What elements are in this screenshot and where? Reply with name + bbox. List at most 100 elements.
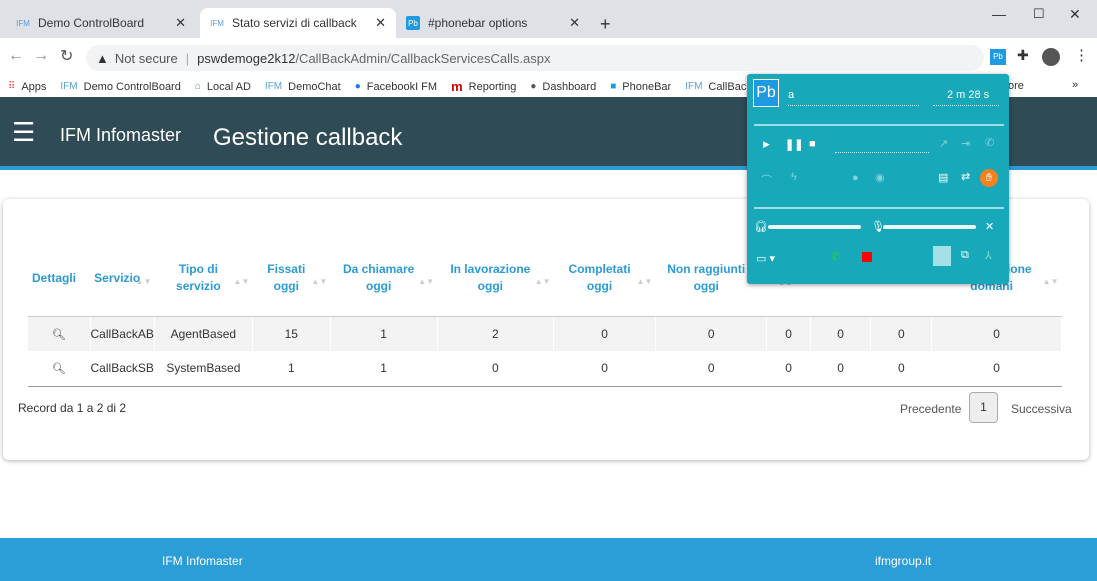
close-window-icon[interactable]: ✕ <box>1069 6 1081 23</box>
table-cell: 0 <box>870 316 933 351</box>
zoom-details-icon[interactable]: 🔍︎ <box>52 329 66 341</box>
clipboard-icon[interactable]: ▤ <box>938 171 948 184</box>
new-tab-icon[interactable]: + <box>600 14 611 35</box>
pb-favicon: Pb <box>406 16 420 30</box>
sort-icon[interactable]: ▲▼ <box>1043 273 1059 290</box>
sort-icon[interactable]: ▲▼ <box>637 273 653 290</box>
table-cell: 0 <box>766 351 811 387</box>
table-cell: 0 <box>437 351 555 387</box>
table-cell: CallBackSB <box>90 351 155 387</box>
add-call-icon[interactable]: ✆ <box>985 136 994 149</box>
footer: IFM Infomaster ifmgroup.it <box>0 538 1097 581</box>
bookmark-truncated[interactable]: ore <box>1008 80 1024 92</box>
target-icon[interactable]: ◉ <box>875 171 885 184</box>
close-tab-icon[interactable]: ✕ <box>375 15 386 31</box>
table-cell: AgentBased <box>154 316 253 351</box>
bookmark-apps[interactable]: ⠿ Apps <box>8 81 46 93</box>
keyboard-dropdown-icon[interactable]: ▭ ▾ <box>756 252 775 265</box>
speaker-volume-slider[interactable] <box>768 225 861 229</box>
headphones-icon: 🎧︎ <box>754 221 768 233</box>
sort-icon[interactable]: ▲▼ <box>535 273 551 290</box>
sort-icon[interactable]: ▲▼ <box>234 273 250 290</box>
line-2-icon[interactable]: ⧉ <box>961 249 969 262</box>
mute-icon[interactable]: ✕ <box>985 220 994 233</box>
record-icon[interactable]: ● <box>852 172 859 184</box>
phonebar-icon: ■ <box>610 81 617 92</box>
reload-icon[interactable]: ↻ <box>60 46 73 66</box>
table-cell: 1 <box>330 351 438 387</box>
home-icon: ⌂ <box>194 81 201 92</box>
close-tab-icon[interactable]: ✕ <box>569 15 580 31</box>
forward-icon[interactable]: → <box>33 47 49 65</box>
tab-demo-controlboard[interactable]: IFM Demo ControlBoard ✕ <box>6 8 196 38</box>
record-info: Record da 1 a 2 di 2 <box>18 401 127 415</box>
table-cell: 0 <box>931 351 1062 387</box>
table-cell: 2 <box>437 316 555 351</box>
ifm-icon: IFM <box>685 81 703 92</box>
column-header[interactable]: Fissati oggi ▲▼ <box>252 241 331 317</box>
table-cell: 15 <box>252 316 331 351</box>
profile-avatar[interactable] <box>1042 48 1060 66</box>
mic-volume-slider[interactable] <box>883 225 976 229</box>
column-header[interactable]: Completati oggi ▲▼ <box>553 241 656 317</box>
zoom-details-icon[interactable]: 🔍︎ <box>52 363 66 375</box>
merge-icon[interactable]: ⅄ <box>985 249 992 262</box>
agent-name: a <box>788 89 795 101</box>
extensions-icon[interactable]: ✚ <box>1017 47 1029 64</box>
end-call-icon[interactable] <box>862 252 872 262</box>
tab-phonebar-options[interactable]: Pb #phonebar options ✕ <box>396 8 590 38</box>
column-header[interactable]: Servizio ▲▼ <box>90 241 155 317</box>
hamburger-menu-icon[interactable]: ☰ <box>12 119 35 145</box>
footer-link[interactable]: ifmgroup.it <box>875 554 931 568</box>
phonebar-extension-icon[interactable]: Pb <box>990 49 1006 65</box>
pause-icon[interactable]: ❚❚ <box>785 138 803 151</box>
play-icon[interactable]: ▶ <box>763 139 770 150</box>
forward-icon[interactable]: ⇥ <box>961 137 970 150</box>
tab-strip: IFM Demo ControlBoard ✕ IFM Stato servizi d… <box>0 0 1097 38</box>
call-icon[interactable]: ✆ <box>831 250 840 263</box>
page-title: Gestione callback <box>213 124 403 151</box>
table-cell: 0 <box>553 351 656 387</box>
transfer-icon[interactable]: ↗ <box>939 137 948 150</box>
bookmark-facebook[interactable]: ● FacebookI FM <box>355 81 437 93</box>
table-cell: CallBackAB <box>90 316 155 351</box>
logo: IFM Infomaster <box>60 125 182 145</box>
table-row: 🔍︎ CallBackAB AgentBased 15 1 2 0 0 0 0 0 0 <box>28 316 1062 351</box>
table-cell: SystemBased <box>154 351 253 387</box>
ifm-favicon: IFM <box>210 18 224 28</box>
next-button[interactable]: Successiva <box>1011 402 1072 416</box>
table-cell: 0 <box>655 351 768 387</box>
hangup-icon[interactable]: ⌒ <box>761 172 772 188</box>
more-bookmarks-icon[interactable]: » <box>1072 79 1078 91</box>
bookmark-reporting[interactable]: m Reporting <box>451 79 516 94</box>
column-header[interactable]: Tipo di servizio ▲▼ <box>154 241 253 317</box>
bookmark-demo-controlboard[interactable]: IFM Demo ControlBoard <box>60 81 180 93</box>
swap-icon[interactable]: ⇄ <box>961 170 970 183</box>
menu-icon[interactable]: ⋮ <box>1074 46 1089 64</box>
column-header[interactable]: Da chiamare oggi ▲▼ <box>330 241 438 317</box>
bookmark-phonebar[interactable]: ■ PhoneBar <box>610 81 671 93</box>
bookmark-demochat[interactable]: IFM DemoChat <box>265 81 341 93</box>
column-header[interactable]: Dettagli <box>28 241 91 317</box>
column-header[interactable]: In lavorazione oggi ▲▼ <box>437 241 554 317</box>
stop-icon[interactable]: ■ <box>809 138 816 150</box>
page-1-button[interactable]: 1 <box>969 392 998 423</box>
tab-stato-servizi[interactable]: IFM Stato servizi di callback ✕ <box>200 8 396 38</box>
maximize-icon[interactable]: ☐ <box>1033 6 1045 22</box>
line-1-icon[interactable] <box>933 246 951 266</box>
table-cell: 0 <box>766 316 811 351</box>
m-icon: m <box>451 79 463 94</box>
close-tab-icon[interactable]: ✕ <box>175 15 186 31</box>
prev-button[interactable]: Precedente <box>900 402 961 416</box>
bookmark-local-ad[interactable]: ⌂ Local AD <box>195 81 251 93</box>
sort-icon[interactable]: ▲▼ <box>311 273 327 290</box>
bookmark-dashboard[interactable]: ● Dashboard <box>530 81 596 93</box>
flash-icon[interactable]: ϟ <box>791 171 797 183</box>
table-cell: 1 <box>330 316 438 351</box>
back-icon[interactable]: ← <box>8 47 24 65</box>
sort-icon[interactable]: ▲▼ <box>418 273 434 290</box>
hand-icon[interactable]: ✋︎ <box>980 169 998 187</box>
minimize-icon[interactable]: — <box>992 6 1006 22</box>
address-bar[interactable]: ▲ Not secure | pswdemoge2k12/CallBackAdm… <box>86 45 984 71</box>
sort-icon[interactable]: ▲▼ <box>136 273 152 290</box>
